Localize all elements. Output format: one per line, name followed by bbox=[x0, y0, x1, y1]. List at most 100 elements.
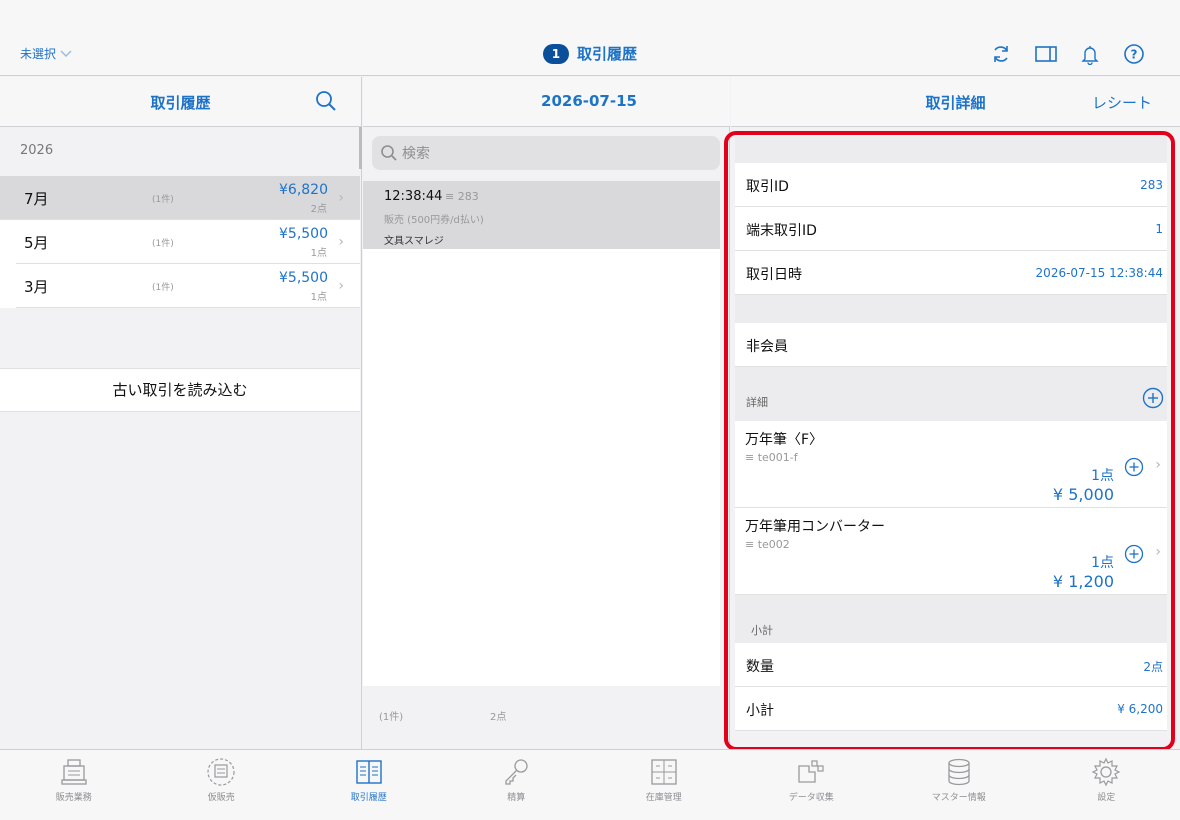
section-spacer bbox=[735, 295, 1167, 323]
tab-inventory[interactable]: 在庫管理 bbox=[590, 750, 738, 820]
top-bar: 未選択 1 取引履歴 ? bbox=[0, 0, 1180, 76]
chevron-right-icon: › bbox=[338, 278, 344, 294]
member-row[interactable]: 非会員 bbox=[735, 323, 1167, 367]
item-quantity: 1点 bbox=[1091, 468, 1114, 484]
subtotal-section-header: 小計 bbox=[735, 595, 1167, 643]
scrollbar[interactable] bbox=[359, 127, 362, 169]
transaction-detail-panel: 取引詳細 レシート 取引ID 283 端末取引ID 1 取引日時 2026-07… bbox=[731, 77, 1180, 749]
item-name: 万年筆〈F〉 bbox=[745, 432, 824, 448]
tab-label: 精算 bbox=[507, 793, 526, 803]
tab-label: 在庫管理 bbox=[645, 793, 682, 803]
inventory-icon bbox=[649, 757, 679, 787]
item-code: ≡ te001-f bbox=[745, 451, 798, 464]
transaction-list: 12:38:44 ≡ 283 販売 (500円券/d払い) 文具スマレジ bbox=[363, 181, 720, 686]
history-panel: 取引履歴 2026 7月 (1件) ¥6,820 2点 › 5月 (1件) ¥5… bbox=[0, 77, 362, 749]
item-price: ¥ 5,000 bbox=[1052, 485, 1114, 504]
terminal-tx-id-row: 端末取引ID 1 bbox=[735, 207, 1167, 251]
item-quantity: 1点 bbox=[1091, 555, 1114, 571]
plus-circle-icon[interactable] bbox=[1124, 457, 1144, 477]
month-count: (1件) bbox=[152, 239, 174, 249]
row-inset bbox=[0, 220, 16, 308]
tab-master-info[interactable]: マスター情報 bbox=[885, 750, 1033, 820]
datetime-row: 取引日時 2026-07-15 12:38:44 bbox=[735, 251, 1167, 295]
history-title: 取引履歴 bbox=[150, 94, 211, 112]
transaction-id: ≡ 283 bbox=[445, 190, 479, 203]
help-icon[interactable]: ? bbox=[1123, 43, 1145, 65]
transaction-type: 販売 (500円券/d払い) bbox=[384, 215, 484, 226]
month-points: 1点 bbox=[310, 248, 327, 259]
add-item-icon[interactable] bbox=[1142, 387, 1164, 409]
count-badge: 1 bbox=[542, 43, 569, 64]
transaction-id-label: 取引ID bbox=[746, 179, 789, 195]
item-row[interactable]: 万年筆用コンバーター ≡ te002 1点 ¥ 1,200 › bbox=[735, 508, 1167, 595]
search-icon bbox=[380, 144, 398, 162]
gear-icon bbox=[1091, 757, 1121, 787]
year-label: 2026 bbox=[20, 143, 54, 158]
item-price: ¥ 1,200 bbox=[1052, 572, 1114, 591]
tab-label: 設定 bbox=[1097, 793, 1116, 803]
split-view-icon[interactable] bbox=[1035, 43, 1057, 65]
month-name: 5月 bbox=[24, 234, 49, 252]
item-code: ≡ te002 bbox=[745, 538, 790, 551]
ledger-icon bbox=[354, 757, 384, 787]
footer-points: 2点 bbox=[490, 712, 507, 723]
list-footer: (1件) 2点 bbox=[363, 686, 720, 749]
tab-transaction-history[interactable]: 取引履歴 bbox=[295, 750, 443, 820]
search-placeholder: 検索 bbox=[402, 146, 430, 162]
tab-data-collection[interactable]: データ収集 bbox=[738, 750, 886, 820]
tab-settlement[interactable]: 精算 bbox=[443, 750, 591, 820]
plus-circle-icon[interactable] bbox=[1124, 544, 1144, 564]
search-input[interactable]: 検索 bbox=[372, 136, 720, 170]
month-count: (1件) bbox=[152, 195, 174, 205]
month-amount: ¥5,500 bbox=[279, 270, 328, 286]
app-title: 取引履歴 bbox=[576, 45, 637, 63]
tab-label: 取引履歴 bbox=[350, 793, 387, 803]
section-spacer bbox=[735, 137, 1167, 163]
month-row[interactable]: 3月 (1件) ¥5,500 1点 › bbox=[16, 264, 360, 308]
datetime-label: 取引日時 bbox=[746, 267, 802, 283]
month-amount: ¥6,820 bbox=[279, 182, 328, 198]
subtotal-row: 小計 ¥ 6,200 bbox=[735, 687, 1167, 731]
transaction-id-row: 取引ID 283 bbox=[735, 163, 1167, 207]
tab-settings[interactable]: 設定 bbox=[1033, 750, 1180, 820]
subtotal-label: 小計 bbox=[746, 703, 774, 719]
database-icon bbox=[944, 757, 974, 787]
quantity-row: 数量 2点 bbox=[735, 643, 1167, 687]
subtotal-section-label: 小計 bbox=[751, 624, 773, 637]
data-collection-icon bbox=[796, 757, 826, 787]
tab-label: 販売業務 bbox=[55, 793, 92, 803]
history-header: 取引履歴 bbox=[0, 77, 361, 127]
quantity-value: 2点 bbox=[1143, 660, 1163, 674]
transaction-row[interactable]: 12:38:44 ≡ 283 販売 (500円券/d払い) 文具スマレジ bbox=[363, 181, 720, 249]
item-row[interactable]: 万年筆〈F〉 ≡ te001-f 1点 ¥ 5,000 › bbox=[735, 421, 1167, 508]
register-icon bbox=[59, 757, 89, 787]
month-row[interactable]: 5月 (1件) ¥5,500 1点 › bbox=[16, 220, 360, 264]
transaction-time: 12:38:44 bbox=[384, 189, 443, 204]
details-section-header: 詳細 bbox=[735, 367, 1167, 421]
receipt-button[interactable]: レシート bbox=[1092, 92, 1152, 113]
search-icon[interactable] bbox=[315, 90, 337, 112]
datetime-value: 2026-07-15 12:38:44 bbox=[1035, 266, 1163, 280]
tab-label: マスター情報 bbox=[931, 793, 986, 803]
chevron-right-icon: › bbox=[1155, 457, 1161, 473]
temp-sale-icon bbox=[206, 757, 236, 787]
load-older-button[interactable]: 古い取引を読み込む bbox=[0, 368, 360, 412]
transaction-store: 文具スマレジ bbox=[384, 236, 444, 247]
tab-label: データ収集 bbox=[788, 793, 834, 803]
tab-bar: 販売業務 仮販売 取引履歴 精算 在庫管理 データ収集 マスター情報 設定 bbox=[0, 749, 1180, 820]
month-row[interactable]: 7月 (1件) ¥6,820 2点 › bbox=[0, 176, 360, 220]
chevron-right-icon: › bbox=[1155, 544, 1161, 560]
tab-temp-sale[interactable]: 仮販売 bbox=[148, 750, 296, 820]
month-amount: ¥5,500 bbox=[279, 226, 328, 242]
transaction-list-panel: 2026-07-15 検索 12:38:44 ≡ 283 販売 (500円券/d… bbox=[363, 77, 730, 749]
bell-icon[interactable] bbox=[1079, 43, 1101, 65]
terminal-tx-id-value: 1 bbox=[1155, 222, 1163, 236]
tab-sales[interactable]: 販売業務 bbox=[0, 750, 148, 820]
subtotal-value: ¥ 6,200 bbox=[1117, 702, 1163, 716]
chevron-right-icon: › bbox=[338, 234, 344, 250]
details-label: 詳細 bbox=[746, 396, 768, 409]
detail-header: 取引詳細 レシート bbox=[731, 77, 1180, 127]
refresh-icon[interactable] bbox=[990, 43, 1012, 65]
chevron-right-icon: › bbox=[338, 190, 344, 206]
transaction-id-value: 283 bbox=[1140, 178, 1163, 192]
